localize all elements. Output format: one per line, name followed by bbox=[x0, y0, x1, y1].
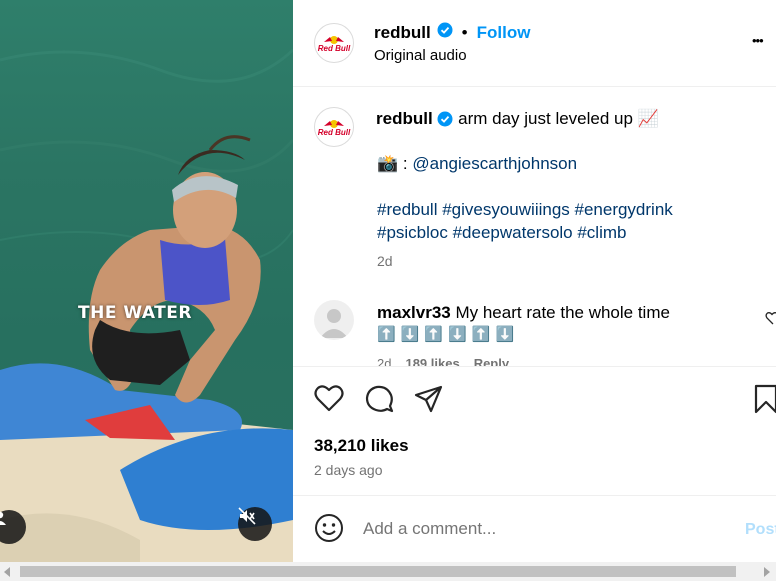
actions-divider bbox=[293, 366, 776, 367]
more-icon[interactable]: ••• bbox=[752, 33, 764, 48]
verified-icon bbox=[437, 111, 453, 132]
horizontal-scrollbar[interactable] bbox=[0, 562, 776, 581]
logo-text: Red Bull bbox=[317, 127, 351, 137]
down-arrow-emoji: ⬇️ bbox=[400, 326, 420, 343]
comment-username[interactable]: maxlvr33 bbox=[377, 303, 451, 322]
header-avatar[interactable]: Red Bull bbox=[314, 23, 354, 63]
caption-time[interactable]: 2d bbox=[377, 253, 393, 269]
up-arrow-emoji: ⬆️ bbox=[424, 326, 444, 343]
caption-text: arm day just leveled up 📈 bbox=[458, 109, 659, 128]
comment-reply[interactable]: Reply bbox=[474, 356, 509, 366]
post-comment-button[interactable]: Post bbox=[745, 521, 776, 539]
emoji-icon[interactable] bbox=[314, 513, 344, 548]
verified-icon bbox=[437, 22, 453, 43]
down-arrow-emoji: ⬇️ bbox=[448, 326, 467, 343]
redbull-logo-icon bbox=[323, 119, 344, 128]
audio-label[interactable]: Original audio bbox=[374, 47, 467, 64]
header-username[interactable]: redbull bbox=[374, 23, 431, 43]
post-date[interactable]: 2 days ago bbox=[314, 462, 383, 478]
comment-input[interactable] bbox=[363, 517, 733, 541]
up-arrow-emoji: ⬆️ bbox=[377, 326, 396, 343]
comment-icon[interactable] bbox=[364, 384, 394, 419]
default-avatar-icon bbox=[320, 309, 348, 338]
likes-count[interactable]: 38,210 likes bbox=[314, 436, 409, 456]
photo-credit-link[interactable]: @angiescarthjohnson bbox=[412, 154, 577, 173]
header-divider bbox=[293, 86, 776, 87]
scroll-left-arrow-icon[interactable] bbox=[4, 567, 10, 577]
comment-like-icon[interactable] bbox=[765, 311, 776, 330]
follow-button[interactable]: Follow bbox=[477, 23, 531, 43]
up-arrow-emoji: ⬆️ bbox=[471, 326, 491, 343]
down-arrow-emoji: ⬇️ bbox=[495, 326, 515, 343]
video-text-overlay: THE WATER bbox=[78, 303, 192, 323]
share-icon[interactable] bbox=[414, 384, 444, 419]
post-details-panel: Red Bull redbull • Follow Original audio… bbox=[293, 0, 776, 562]
comment-meta: 2d 189 likes Reply bbox=[377, 356, 509, 366]
comment-text: My heart rate the whole time bbox=[455, 303, 670, 322]
post-media[interactable]: THE WATER bbox=[0, 0, 293, 562]
comment-time[interactable]: 2d bbox=[377, 356, 391, 366]
logo-text: Red Bull bbox=[317, 43, 351, 53]
mute-button[interactable] bbox=[238, 507, 272, 541]
commenter-avatar[interactable] bbox=[314, 300, 354, 340]
comment-emoji-row: ⬆️ ⬇️ ⬆️ ⬇️ ⬆️ ⬇️ bbox=[377, 325, 514, 343]
hashtags-line-2[interactable]: #psicbloc #deepwatersolo #climb bbox=[377, 223, 626, 243]
caption-username[interactable]: redbull bbox=[376, 109, 433, 128]
caption-avatar[interactable]: Red Bull bbox=[314, 107, 354, 147]
separator-dot: • bbox=[461, 22, 468, 42]
climber-photo bbox=[0, 48, 293, 562]
hashtags-line-1[interactable]: #redbull #givesyouwiiings #energydrink bbox=[377, 200, 673, 220]
photo-credit-prefix: 📸 : bbox=[377, 154, 408, 173]
scroll-right-arrow-icon[interactable] bbox=[764, 567, 770, 577]
save-icon[interactable] bbox=[754, 384, 776, 419]
heart-icon[interactable] bbox=[314, 384, 344, 417]
scrollbar-thumb[interactable] bbox=[20, 566, 736, 577]
compose-divider bbox=[293, 495, 776, 496]
redbull-logo-icon bbox=[323, 35, 344, 44]
comment-likes[interactable]: 189 likes bbox=[405, 356, 459, 366]
